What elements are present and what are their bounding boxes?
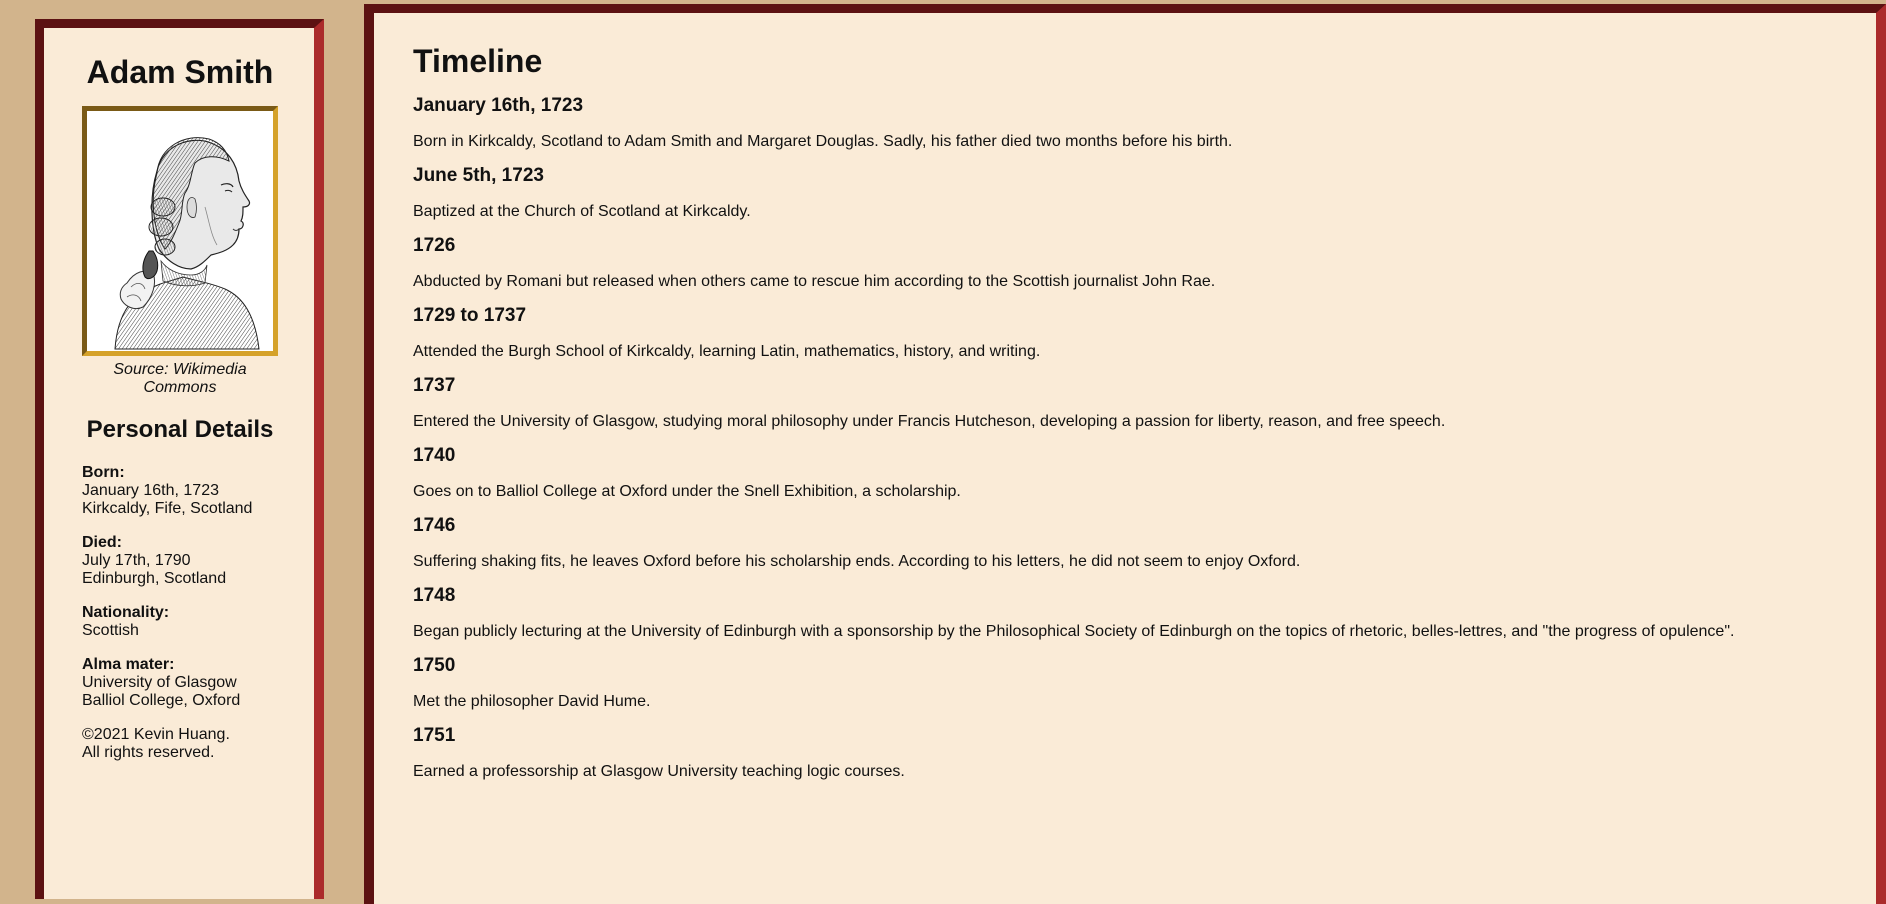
detail-born: Born: January 16th, 1723 Kirkcaldy, Fife… xyxy=(82,464,278,518)
detail-alma-mater: Alma mater: University of Glasgow Ballio… xyxy=(82,656,278,710)
timeline-entry-text: Born in Kirkcaldy, Scotland to Adam Smit… xyxy=(413,133,1233,150)
timeline-entry-date: January 16th, 1723 xyxy=(413,95,584,116)
timeline-entry-date: 1746 xyxy=(413,515,456,536)
timeline-entry-date: 1726 xyxy=(413,235,456,256)
caption-line: Source: Wikimedia xyxy=(113,361,247,378)
timeline-entry: January 16th, 1723 Born in Kirkcaldy, Sco… xyxy=(413,94,1856,151)
timeline-panel: Timeline January 16th, 1723 Born in Kirkc… xyxy=(364,4,1886,904)
born-label: Born: xyxy=(82,464,125,481)
timeline-list: January 16th, 1723 Born in Kirkcaldy, Sco… xyxy=(413,94,1856,781)
sidebar: Adam Smith Source: Wikimedia Commons Per… xyxy=(35,19,324,899)
copyright-line: All rights reserved. xyxy=(82,744,215,761)
timeline-entry-date: June 5th, 1723 xyxy=(413,165,544,186)
timeline-entry: 1726 Abducted by Romani but released when… xyxy=(413,234,1856,291)
timeline-entry-text: Baptized at the Church of Scotland at Ki… xyxy=(413,203,751,220)
copyright-notice: ©2021 Kevin Huang. All rights reserved. xyxy=(82,726,278,762)
timeline-entry-text: Abducted by Romani but released when oth… xyxy=(413,273,1216,290)
born-date: January 16th, 1723 xyxy=(82,482,219,499)
timeline-entry-date: 1729 to 1737 xyxy=(413,305,527,326)
timeline-entry-date: 1750 xyxy=(413,655,456,676)
timeline-entry-text: Goes on to Balliol College at Oxford und… xyxy=(413,483,961,500)
timeline-entry-date: 1737 xyxy=(413,375,456,396)
timeline-entry: June 5th, 1723 Baptized at the Church of … xyxy=(413,164,1856,221)
alma-mater-1: University of Glasgow xyxy=(82,674,237,691)
caption-line: Commons xyxy=(143,379,217,396)
timeline-entry-text: Met the philosopher David Hume. xyxy=(413,693,651,710)
timeline-entry: 1750 Met the philosopher David Hume. xyxy=(413,654,1856,711)
timeline-entry: 1737 Entered the University of Glasgow, s… xyxy=(413,374,1856,431)
timeline-entry-date: 1751 xyxy=(413,725,456,746)
timeline-entry-text: Began publicly lecturing at the Universi… xyxy=(413,623,1735,640)
copyright-line: ©2021 Kevin Huang. xyxy=(82,726,230,743)
nationality-label: Nationality: xyxy=(82,604,170,621)
timeline-entry: 1751 Earned a professorship at Glasgow Un… xyxy=(413,724,1856,781)
personal-details-heading: Personal Details xyxy=(86,416,274,443)
died-place: Edinburgh, Scotland xyxy=(82,570,227,587)
died-label: Died: xyxy=(82,534,122,551)
nationality-value: Scottish xyxy=(82,622,139,639)
timeline-entry-text: Suffering shaking fits, he leaves Oxford… xyxy=(413,553,1301,570)
alma-mater-2: Balliol College, Oxford xyxy=(82,692,241,709)
timeline-entry-text: Entered the University of Glasgow, study… xyxy=(413,413,1446,430)
portrait-image xyxy=(82,106,278,356)
person-name: Adam Smith xyxy=(86,54,274,90)
timeline-entry: 1729 to 1737 Attended the Burgh School of… xyxy=(413,304,1856,361)
timeline-entry-text: Attended the Burgh School of Kirkcaldy, … xyxy=(413,343,1041,360)
born-place: Kirkcaldy, Fife, Scotland xyxy=(82,500,253,517)
timeline-entry-date: 1748 xyxy=(413,585,456,606)
timeline-entry-date: 1740 xyxy=(413,445,456,466)
died-date: July 17th, 1790 xyxy=(82,552,191,569)
detail-nationality: Nationality: Scottish xyxy=(82,604,278,640)
timeline-entry: 1740 Goes on to Balliol College at Oxford… xyxy=(413,444,1856,501)
timeline-heading: Timeline xyxy=(413,43,543,79)
sidebar-content: Adam Smith Source: Wikimedia Commons Per… xyxy=(82,28,278,762)
timeline-content: Timeline January 16th, 1723 Born in Kirkc… xyxy=(413,13,1856,781)
timeline-entry: 1746 Suffering shaking fits, he leaves Ox… xyxy=(413,514,1856,571)
portrait-engraving xyxy=(114,137,260,350)
timeline-entry: 1748 Began publicly lecturing at the Univ… xyxy=(413,584,1856,641)
image-caption: Source: Wikimedia Commons xyxy=(82,361,278,397)
alma-mater-label: Alma mater: xyxy=(82,656,175,673)
detail-died: Died: July 17th, 1790 Edinburgh, Scotlan… xyxy=(82,534,278,588)
timeline-entry-text: Earned a professorship at Glasgow Univer… xyxy=(413,763,905,780)
